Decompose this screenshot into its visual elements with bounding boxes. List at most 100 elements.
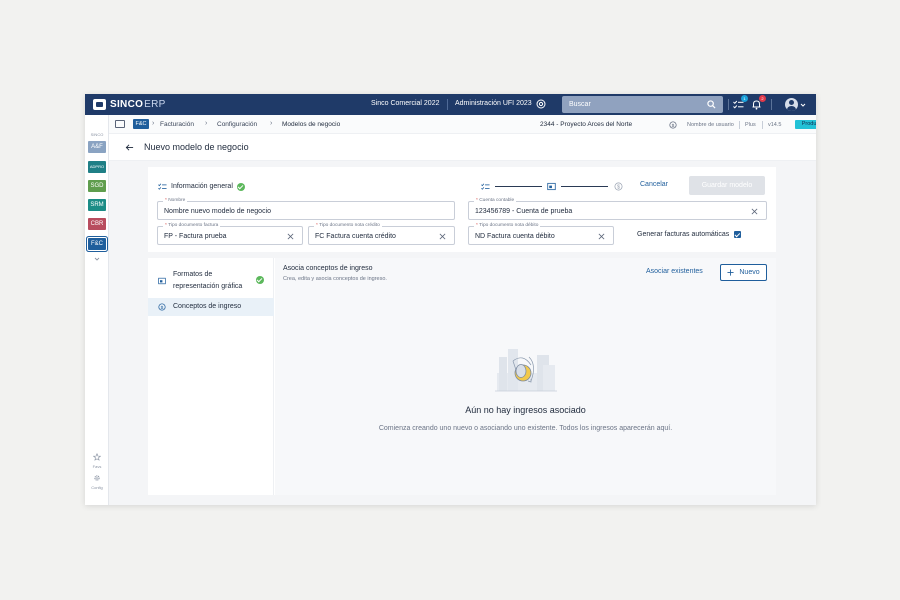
module-rail: SINCO A&F ADPRO SGD SRM CBR F&C Favs Con…: [85, 115, 109, 505]
notifications-badge: 2: [759, 95, 766, 102]
clear-icon[interactable]: [751, 208, 758, 215]
auto-invoice-label: Generar facturas automáticas: [637, 231, 730, 238]
search-input[interactable]: [562, 96, 702, 113]
notifications-button[interactable]: 2: [750, 95, 766, 111]
concepts-panel: Asocia conceptos de ingreso Crea, edita …: [275, 258, 776, 495]
divider: [771, 99, 772, 110]
dollar-circle-icon[interactable]: $: [669, 121, 677, 129]
field-label: * Tipo documento nota crédito: [314, 223, 382, 228]
tasks-button[interactable]: 1: [732, 95, 748, 111]
environment-badge: Producción: [795, 120, 816, 129]
user-menu[interactable]: [785, 97, 809, 112]
search-box[interactable]: [562, 96, 723, 113]
chevron-right-icon: ›: [152, 120, 155, 127]
divider: [762, 121, 763, 129]
version-label: v14.5: [768, 122, 782, 128]
panel-toggle-icon[interactable]: [115, 120, 125, 128]
app-window: SINCO ERP Sinco Comercial 2022 Administr…: [85, 94, 816, 505]
module-fc[interactable]: F&C: [88, 238, 106, 250]
svg-text:$: $: [672, 123, 675, 129]
name-value: Nombre nuevo modelo de negocio: [164, 208, 272, 215]
concepts-title: Asocia conceptos de ingreso: [283, 265, 373, 272]
nav-item-concepts[interactable]: $ Conceptos de ingreso: [148, 298, 274, 316]
account-field[interactable]: * Cuenta contable 123456789 - Cuenta de …: [468, 198, 767, 220]
module-cbr[interactable]: CBR: [88, 218, 106, 230]
tasks-badge: 1: [741, 95, 748, 102]
rail-title: SINCO: [90, 132, 104, 137]
step-formats-icon[interactable]: [547, 182, 556, 191]
avatar: [785, 98, 798, 111]
invoice-doc-value: FP - Factura prueba: [164, 233, 227, 240]
star-icon[interactable]: [93, 453, 101, 461]
logo-icon: [93, 99, 106, 110]
name-field[interactable]: * Nombre Nombre nuevo modelo de negocio: [157, 198, 455, 220]
search-icon[interactable]: [707, 100, 716, 109]
back-arrow-icon[interactable]: [125, 143, 134, 152]
brand-suffix: ERP: [144, 99, 166, 110]
plan-label: Plus: [745, 122, 756, 128]
debit-doc-field[interactable]: * Tipo documento nota débito ND Factura …: [468, 223, 614, 245]
completed-check-icon: [236, 182, 245, 191]
detail-card: Formatos de representación gráfica $ Con…: [148, 258, 776, 495]
concepts-subtitle: Crea, edita y asocia conceptos de ingres…: [283, 276, 387, 282]
gear-icon[interactable]: [93, 474, 101, 482]
favorites-label: Favs: [92, 464, 102, 469]
graphic-format-icon: [158, 277, 166, 285]
field-label: * Cuenta contable: [474, 198, 517, 203]
associate-existing-button[interactable]: Asociar existentes: [646, 268, 703, 275]
module-chip[interactable]: F&C: [133, 119, 149, 129]
chevron-down-icon: [800, 103, 806, 107]
new-concept-label: Nuevo: [739, 269, 760, 276]
page-header: Nuevo modelo de negocio: [109, 134, 816, 161]
nav-item-label: Conceptos de ingreso: [173, 303, 242, 310]
crumb-current: Modelos de negocio: [282, 121, 341, 128]
breadcrumb: F&C › Facturación › Configuración › Mode…: [109, 115, 816, 134]
credit-doc-field[interactable]: * Tipo documento nota crédito FC Factura…: [308, 223, 455, 245]
nav-item-formats[interactable]: Formatos de representación gráfica: [148, 266, 274, 296]
config-label: Config: [91, 485, 103, 490]
top-bar: SINCO ERP Sinco Comercial 2022 Administr…: [85, 94, 816, 115]
crumb-configuracion[interactable]: Configuración: [217, 121, 257, 128]
general-info-section: Información general: [158, 182, 245, 191]
svg-text:$: $: [161, 305, 164, 311]
step-concepts-icon[interactable]: $: [614, 182, 623, 191]
progress-stepper: $: [481, 181, 626, 191]
cancel-button[interactable]: Cancelar: [640, 181, 668, 188]
settings-ring-icon[interactable]: [536, 99, 546, 109]
field-label: * Tipo documento nota débito: [474, 223, 541, 228]
sinco-erp-logo[interactable]: SINCO ERP: [93, 98, 166, 111]
module-af[interactable]: A&F: [88, 141, 106, 153]
chevron-down-icon[interactable]: [94, 256, 100, 262]
brand-name: SINCO: [110, 99, 144, 110]
invoice-doc-field[interactable]: * Tipo documento factura FP - Factura pr…: [157, 223, 303, 245]
divider: [728, 99, 729, 110]
clear-icon[interactable]: [598, 233, 605, 240]
step-connector: [495, 186, 542, 187]
company-selector[interactable]: Sinco Comercial 2022: [371, 100, 439, 107]
dollar-circle-icon: $: [158, 303, 166, 311]
nav-item-label: Formatos de representación gráfica: [173, 271, 243, 290]
empty-state-title: Aún no hay ingresos asociado: [465, 405, 586, 415]
step-general-info-icon[interactable]: [481, 182, 490, 191]
page-title: Nuevo modelo de negocio: [144, 142, 249, 152]
plus-icon: [727, 269, 734, 276]
project-selector[interactable]: 2344 - Proyecto Arces del Norte: [540, 121, 632, 128]
module-sgd[interactable]: SGD: [88, 180, 106, 192]
divider: [447, 99, 448, 110]
admin-selector[interactable]: Administración UFI 2023: [455, 100, 532, 107]
section-nav: Formatos de representación gráfica $ Con…: [148, 258, 274, 495]
chevron-right-icon: ›: [205, 120, 208, 127]
crumb-facturacion[interactable]: Facturación: [160, 121, 194, 128]
auto-invoice-option[interactable]: Generar facturas automáticas: [637, 231, 742, 238]
new-concept-button[interactable]: Nuevo: [720, 264, 767, 281]
module-adpro[interactable]: ADPRO: [88, 161, 106, 173]
save-model-button[interactable]: Guardar modelo: [689, 176, 765, 195]
empty-state-description: Comienza creando uno nuevo o asociando u…: [378, 425, 673, 432]
credit-doc-value: FC Factura cuenta crédito: [315, 233, 396, 240]
auto-invoice-checkbox[interactable]: [734, 231, 742, 238]
field-label: * Nombre: [163, 198, 188, 203]
clear-icon[interactable]: [439, 233, 446, 240]
main-content: Información general $ Cancelar Guardar m…: [109, 161, 816, 505]
module-srm[interactable]: SRM: [88, 199, 106, 211]
clear-icon[interactable]: [287, 233, 294, 240]
